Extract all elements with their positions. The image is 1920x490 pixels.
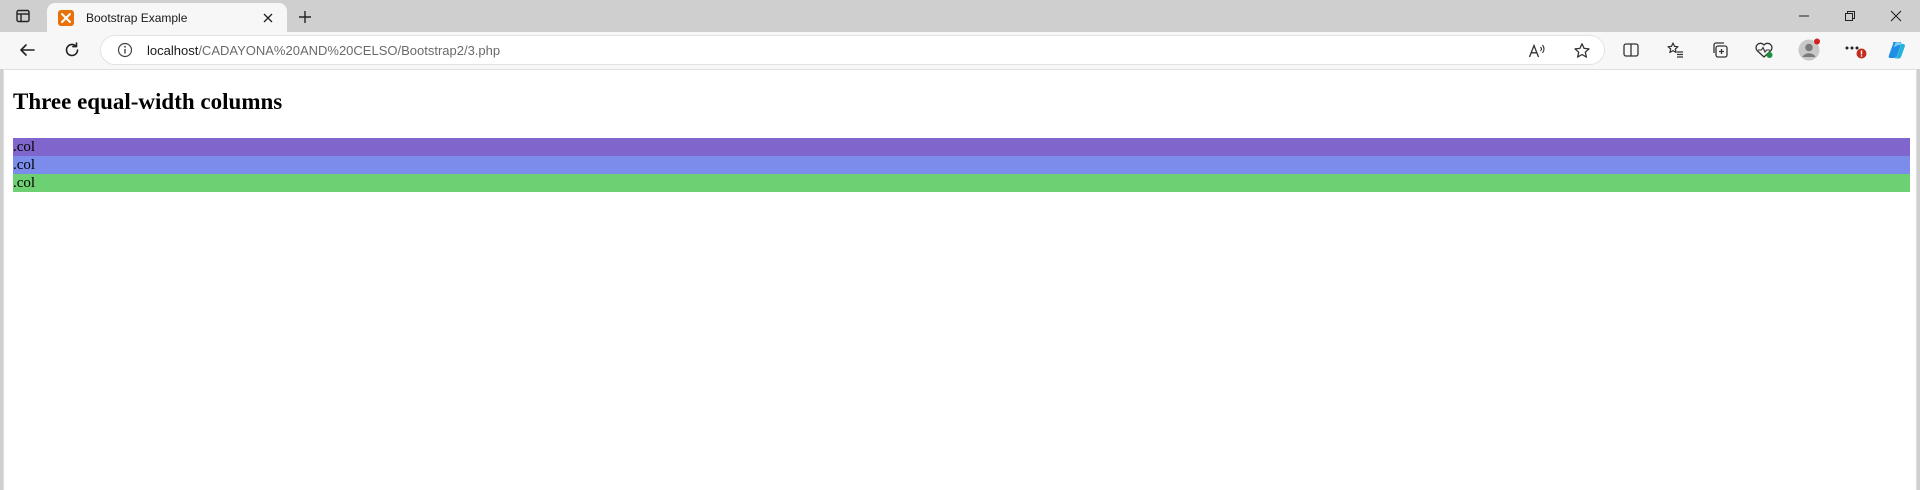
minimize-button[interactable] — [1781, 0, 1827, 32]
settings-more-button[interactable] — [1839, 36, 1871, 64]
xampp-favicon-icon — [58, 9, 74, 26]
browser-essentials-button[interactable] — [1748, 36, 1780, 64]
split-screen-icon — [1623, 43, 1639, 57]
address-bar[interactable]: localhost/CADAYONA%20AND%20CELSO/Bootstr… — [100, 35, 1605, 65]
favorites-button[interactable] — [1659, 36, 1691, 64]
close-icon — [1890, 10, 1902, 22]
arrow-left-icon — [20, 44, 35, 56]
column-3: .col — [13, 174, 1910, 192]
url-host: localhost — [147, 42, 199, 58]
read-aloud-icon — [1528, 43, 1545, 58]
refresh-button[interactable] — [56, 36, 88, 64]
avatar-icon — [1798, 38, 1820, 61]
browser-toolbar: localhost/CADAYONA%20AND%20CELSO/Bootstr… — [0, 32, 1920, 69]
site-info-icon[interactable] — [117, 42, 133, 58]
star-icon — [1574, 43, 1590, 58]
url-text[interactable]: localhost/CADAYONA%20AND%20CELSO/Bootstr… — [147, 43, 500, 58]
collections-button[interactable] — [1704, 36, 1736, 64]
page-heading: Three equal-width columns — [13, 89, 283, 114]
column-2: .col — [13, 156, 1910, 174]
profile-button[interactable] — [1793, 36, 1825, 64]
heart-pulse-icon — [1755, 42, 1773, 58]
new-tab-button[interactable] — [291, 4, 319, 30]
url-path: /CADAYONA%20AND%20CELSO/Bootstrap2/3.php — [198, 42, 501, 58]
tab-actions-button[interactable] — [8, 3, 38, 29]
plus-icon — [299, 11, 311, 23]
column-1: .col — [13, 138, 1910, 156]
restore-button[interactable] — [1827, 0, 1873, 32]
tab-strip: Bootstrap Example — [0, 0, 1920, 32]
favorite-button[interactable] — [1569, 39, 1595, 63]
tab-title: Bootstrap Example — [86, 10, 188, 25]
close-tab-icon[interactable] — [259, 9, 277, 27]
close-window-button[interactable] — [1873, 0, 1919, 32]
favorites-list-icon — [1667, 42, 1683, 58]
refresh-icon — [65, 42, 79, 57]
back-button[interactable] — [11, 36, 43, 64]
read-aloud-button[interactable] — [1524, 39, 1550, 63]
minimize-icon — [1799, 15, 1809, 17]
page-viewport: Three equal-width columns .col .col .col — [3, 69, 1917, 490]
browser-tab[interactable]: Bootstrap Example — [47, 3, 287, 32]
collections-icon — [1713, 42, 1728, 58]
tab-actions-icon — [16, 9, 30, 23]
split-screen-button[interactable] — [1615, 36, 1647, 64]
restore-icon — [1845, 11, 1855, 21]
copilot-icon — [1888, 42, 1905, 59]
copilot-button[interactable] — [1881, 36, 1913, 64]
more-icon — [1845, 46, 1867, 59]
